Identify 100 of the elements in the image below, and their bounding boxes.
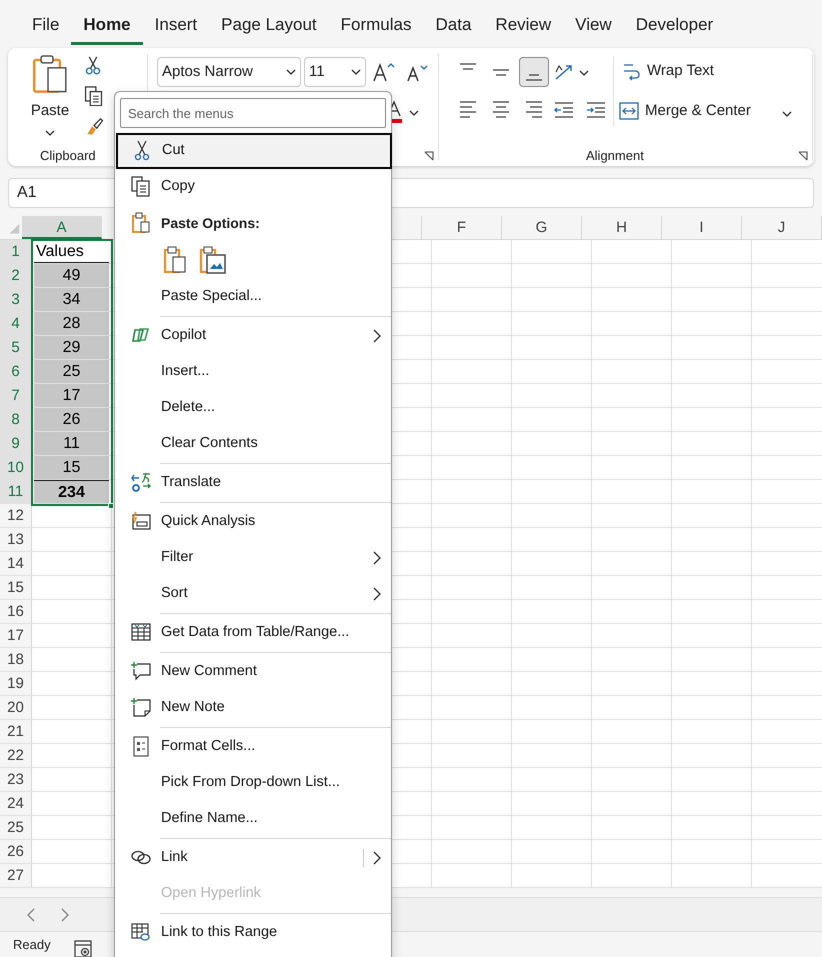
table-cell: 28 <box>34 312 109 335</box>
menu-item[interactable]: Format Cells... <box>115 729 391 765</box>
column-header[interactable]: H <box>582 216 662 239</box>
row-header[interactable]: 20 <box>0 696 32 719</box>
row-header[interactable]: 19 <box>0 672 32 695</box>
row-header[interactable]: 23 <box>0 768 32 791</box>
menu-item[interactable]: New Note <box>115 690 391 726</box>
increase-indent-icon[interactable] <box>585 100 607 120</box>
dialog-launcher-icon[interactable] <box>798 151 808 161</box>
copy-icon[interactable] <box>84 86 104 106</box>
status-text: Ready <box>13 936 51 954</box>
row-header[interactable]: 5 <box>0 336 32 359</box>
row-header[interactable]: 8 <box>0 408 32 431</box>
ribbon-tab[interactable]: Developer <box>624 12 726 44</box>
menu-item[interactable]: Sort <box>115 576 391 612</box>
row-header[interactable]: 7 <box>0 384 32 407</box>
row-header[interactable]: 18 <box>0 648 32 671</box>
menu-item[interactable]: Quick Analysis <box>115 504 391 540</box>
row-header[interactable]: 6 <box>0 360 32 383</box>
chevron-down-icon[interactable] <box>579 70 589 76</box>
section-heading: Paste Options: <box>161 214 260 233</box>
scroll-left-icon[interactable] <box>26 906 36 922</box>
clipboard-picture-icon[interactable] <box>199 246 227 274</box>
menu-item[interactable]: Link <box>115 840 391 876</box>
row-header[interactable]: 10 <box>0 456 32 479</box>
wrap-text-button[interactable]: Wrap Text <box>621 60 714 82</box>
menu-item[interactable]: Cut <box>116 133 392 169</box>
table-cell: 11 <box>34 432 109 455</box>
increase-font-icon[interactable] <box>372 61 396 83</box>
row-header[interactable]: 1 <box>0 240 32 263</box>
menu-item[interactable]: Clear Contents <box>115 426 391 462</box>
scissors-icon <box>132 140 152 162</box>
font-size-dropdown[interactable]: 11 <box>304 57 366 87</box>
search-field[interactable]: Search the menus <box>120 98 386 128</box>
row-header[interactable]: 22 <box>0 744 32 767</box>
row-header[interactable]: 24 <box>0 792 32 815</box>
row-header[interactable]: 11 <box>0 480 32 503</box>
column-header[interactable]: I <box>662 216 742 239</box>
chevron-right-icon <box>373 551 381 565</box>
column-header[interactable]: A <box>22 216 102 239</box>
chevron-down-icon[interactable] <box>782 111 792 117</box>
row-header[interactable]: 27 <box>0 864 32 887</box>
dialog-launcher-icon[interactable] <box>424 151 434 161</box>
clipboard-icon <box>32 54 68 94</box>
ribbon-tab[interactable]: Review <box>483 12 564 44</box>
row-header[interactable]: 25 <box>0 816 32 839</box>
menu-item[interactable]: Paste Special... <box>115 279 391 315</box>
row-header[interactable]: 4 <box>0 312 32 335</box>
clipboard-icon[interactable] <box>163 246 187 274</box>
row-header[interactable]: 16 <box>0 600 32 623</box>
ribbon-tab[interactable]: View <box>563 12 624 44</box>
merge-center-button[interactable]: Merge & Center <box>619 100 751 122</box>
chevron-down-icon <box>286 69 296 75</box>
menu-item[interactable]: Translate <box>115 465 391 501</box>
paste-button[interactable]: Paste <box>30 54 70 136</box>
column-header[interactable]: G <box>502 216 582 239</box>
chevron-down-icon[interactable] <box>409 110 419 116</box>
font-name-dropdown[interactable]: Aptos Narrow <box>157 57 301 87</box>
menu-item[interactable]: Link to this Range <box>115 915 391 951</box>
row-header[interactable]: 12 <box>0 504 32 527</box>
column-header[interactable]: J <box>742 216 822 239</box>
fill-handle[interactable] <box>108 503 114 509</box>
scroll-right-icon[interactable] <box>60 906 70 922</box>
note-plus-icon <box>131 697 151 719</box>
menu-item[interactable]: Pick From Drop-down List... <box>115 765 391 801</box>
row-header[interactable]: 15 <box>0 576 32 599</box>
decrease-font-icon[interactable] <box>406 63 428 83</box>
ribbon-tab[interactable]: Page Layout <box>209 12 329 44</box>
ribbon-tab[interactable]: Formulas <box>328 12 424 44</box>
align-button[interactable] <box>519 57 549 87</box>
ribbon-tab[interactable]: Home <box>71 12 143 44</box>
row-header[interactable]: 21 <box>0 720 32 743</box>
translate-icon <box>131 472 151 494</box>
menu-item[interactable]: Delete... <box>115 390 391 426</box>
row-header[interactable]: 9 <box>0 432 32 455</box>
column-header[interactable]: F <box>422 216 502 239</box>
copy-icon <box>131 176 151 198</box>
menu-item[interactable]: Insert... <box>115 354 391 390</box>
chevron-right-icon <box>373 329 381 343</box>
ribbon-tab[interactable]: File <box>20 12 72 44</box>
row-header[interactable]: 14 <box>0 552 32 575</box>
menu-item[interactable]: Define Name... <box>115 801 391 837</box>
ribbon-tab[interactable]: Insert <box>142 12 210 44</box>
row-header[interactable]: 2 <box>0 264 32 287</box>
ribbon-tab[interactable]: Data <box>424 12 484 44</box>
menu-item[interactable]: New Comment <box>115 654 391 690</box>
scissors-icon[interactable] <box>84 56 102 75</box>
table-cell: 17 <box>34 384 109 407</box>
menu-item[interactable]: Get Data from Table/Range... <box>115 615 391 651</box>
row-header[interactable]: 26 <box>0 840 32 863</box>
row-header[interactable]: 3 <box>0 288 32 311</box>
decrease-indent-icon[interactable] <box>553 100 575 120</box>
row-header[interactable]: 13 <box>0 528 32 551</box>
menu-item[interactable]: Copilot <box>115 318 391 354</box>
name-box[interactable]: A1 <box>9 181 109 205</box>
menu-item[interactable]: Filter <box>115 540 391 576</box>
chevron-right-icon <box>373 587 381 601</box>
menu-item[interactable]: Copy <box>115 169 391 205</box>
row-header[interactable]: 17 <box>0 624 32 647</box>
record-macro-icon[interactable] <box>74 940 92 957</box>
